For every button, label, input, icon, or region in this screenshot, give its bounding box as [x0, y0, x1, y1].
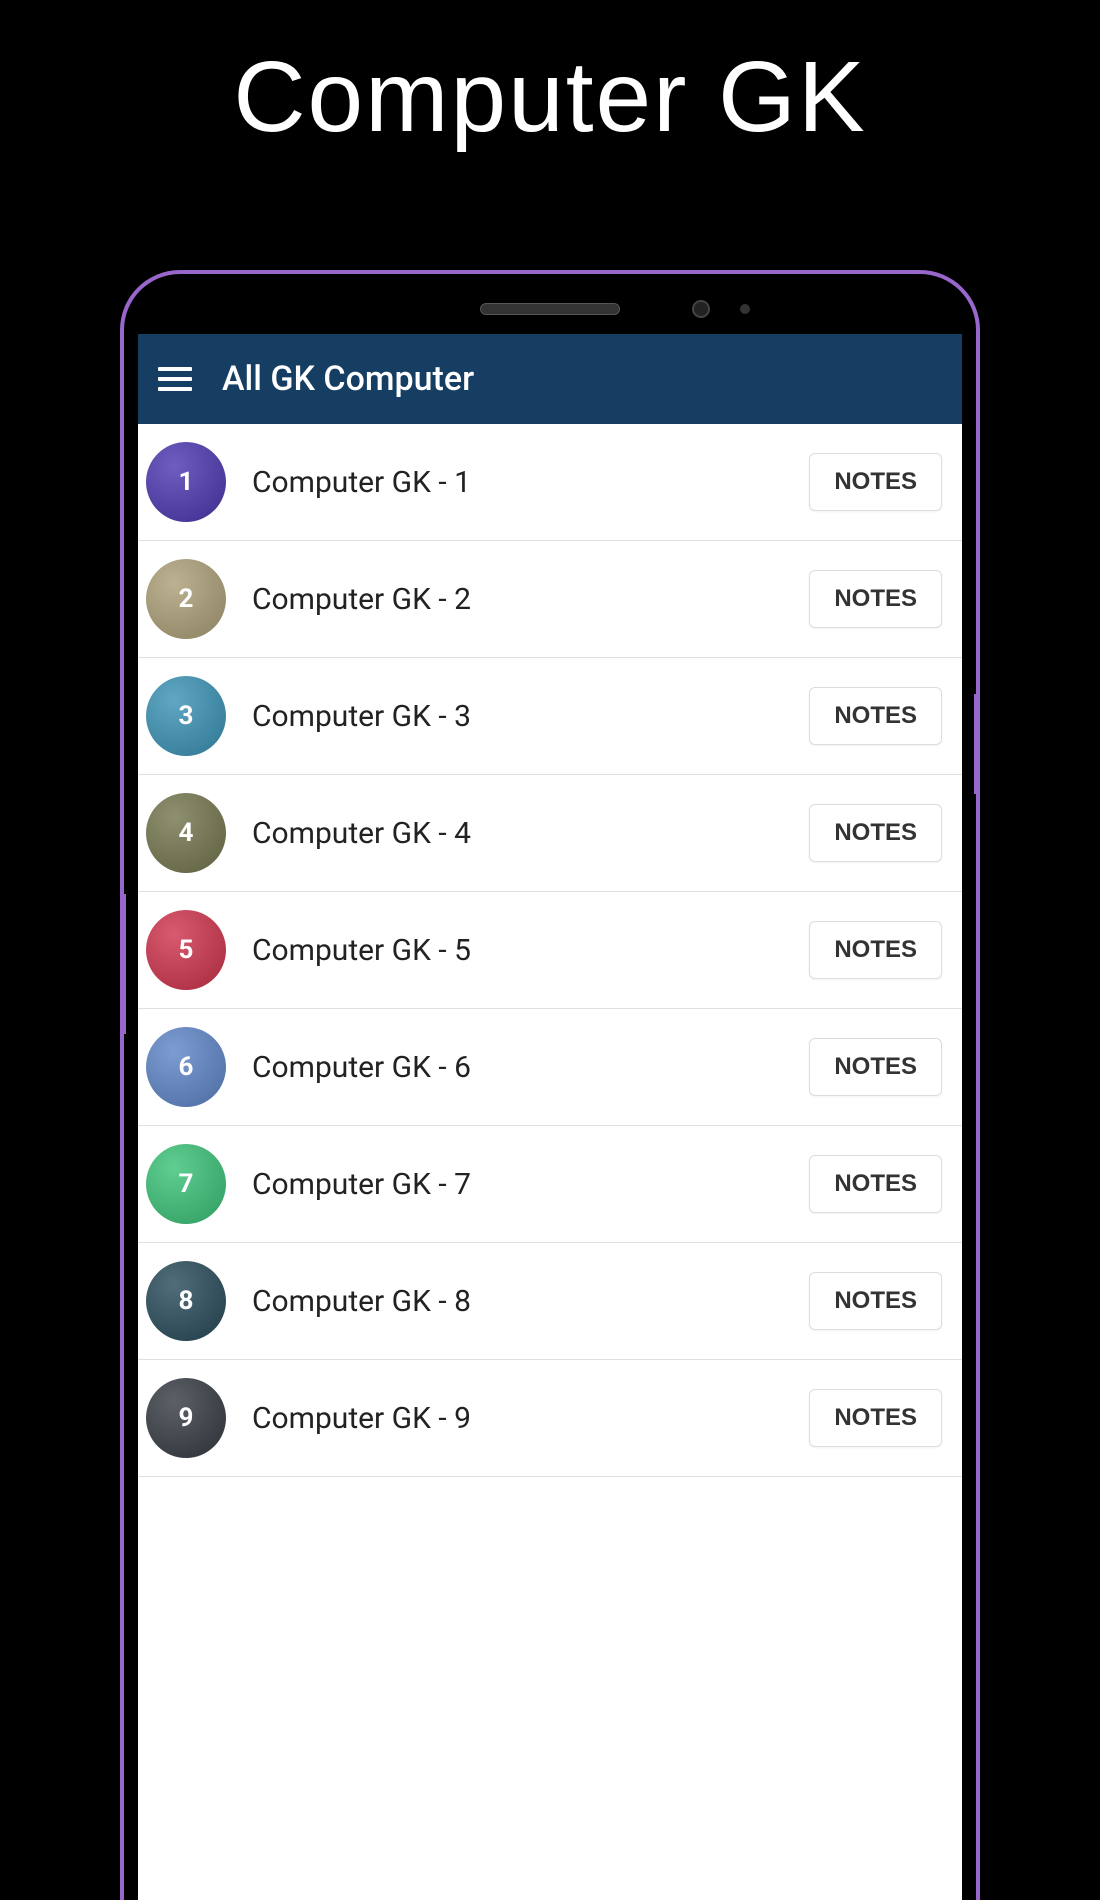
item-label: Computer GK - 6 [252, 1050, 783, 1085]
number-badge: 7 [146, 1144, 226, 1224]
number-badge: 1 [146, 442, 226, 522]
app-title: All GK Computer [222, 359, 474, 399]
volume-button [120, 894, 126, 1034]
notes-button[interactable]: NOTES [809, 1272, 942, 1330]
notes-button[interactable]: NOTES [809, 570, 942, 628]
item-label: Computer GK - 3 [252, 699, 783, 734]
front-camera [692, 300, 710, 318]
list-item[interactable]: 1 Computer GK - 1 NOTES [138, 424, 962, 541]
item-label: Computer GK - 8 [252, 1284, 783, 1319]
sensor [740, 304, 750, 314]
phone-frame: All GK Computer 1 Computer GK - 1 NOTES 2 Co… [120, 270, 980, 1900]
promo-title: Computer GK [0, 0, 1100, 155]
notes-button[interactable]: NOTES [809, 804, 942, 862]
list-item[interactable]: 7 Computer GK - 7 NOTES [138, 1126, 962, 1243]
notes-button[interactable]: NOTES [809, 687, 942, 745]
notes-button[interactable]: NOTES [809, 1038, 942, 1096]
list-item[interactable]: 4 Computer GK - 4 NOTES [138, 775, 962, 892]
number-badge: 5 [146, 910, 226, 990]
notes-button[interactable]: NOTES [809, 921, 942, 979]
item-label: Computer GK - 9 [252, 1401, 783, 1436]
notes-button[interactable]: NOTES [809, 1155, 942, 1213]
list-item[interactable]: 5 Computer GK - 5 NOTES [138, 892, 962, 1009]
speaker-grille [480, 303, 620, 315]
app-header: All GK Computer [138, 334, 962, 424]
app-screen: All GK Computer 1 Computer GK - 1 NOTES 2 Co… [138, 334, 962, 1900]
number-badge: 6 [146, 1027, 226, 1107]
list-item[interactable]: 6 Computer GK - 6 NOTES [138, 1009, 962, 1126]
list-item[interactable]: 3 Computer GK - 3 NOTES [138, 658, 962, 775]
item-label: Computer GK - 4 [252, 816, 783, 851]
notes-button[interactable]: NOTES [809, 453, 942, 511]
notes-button[interactable]: NOTES [809, 1389, 942, 1447]
topic-list: 1 Computer GK - 1 NOTES 2 Computer GK - 2 NOT… [138, 424, 962, 1477]
list-item[interactable]: 9 Computer GK - 9 NOTES [138, 1360, 962, 1477]
item-label: Computer GK - 7 [252, 1167, 783, 1202]
power-button [974, 694, 980, 794]
list-item[interactable]: 2 Computer GK - 2 NOTES [138, 541, 962, 658]
item-label: Computer GK - 2 [252, 582, 783, 617]
number-badge: 8 [146, 1261, 226, 1341]
hamburger-menu-icon[interactable] [158, 367, 192, 391]
item-label: Computer GK - 1 [252, 465, 783, 500]
number-badge: 9 [146, 1378, 226, 1458]
list-item[interactable]: 8 Computer GK - 8 NOTES [138, 1243, 962, 1360]
phone-notch [410, 300, 690, 318]
number-badge: 3 [146, 676, 226, 756]
number-badge: 4 [146, 793, 226, 873]
number-badge: 2 [146, 559, 226, 639]
item-label: Computer GK - 5 [252, 933, 783, 968]
